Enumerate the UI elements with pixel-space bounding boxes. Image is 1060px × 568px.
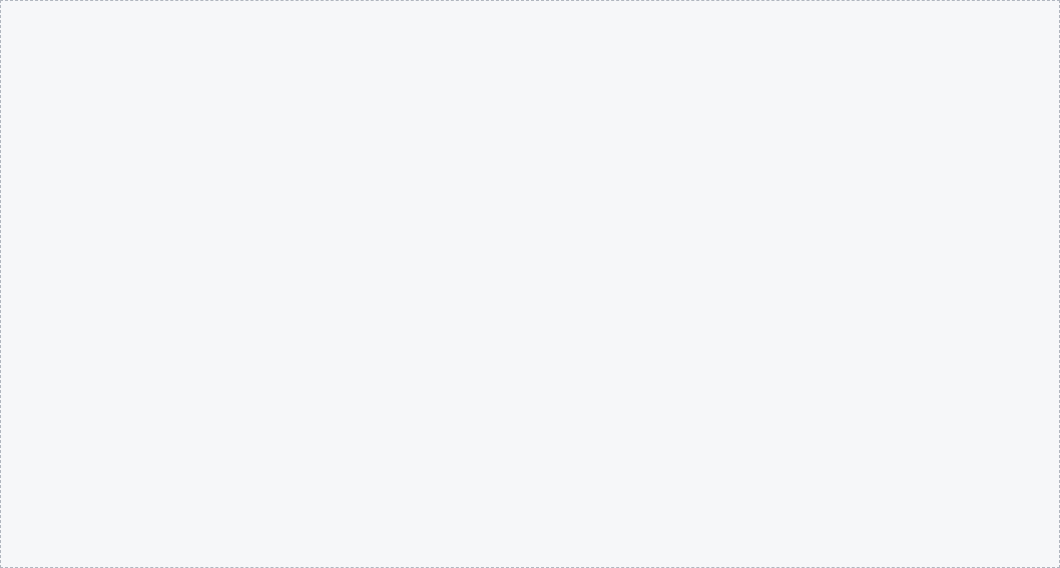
empty-placeholder — [0, 0, 1060, 568]
